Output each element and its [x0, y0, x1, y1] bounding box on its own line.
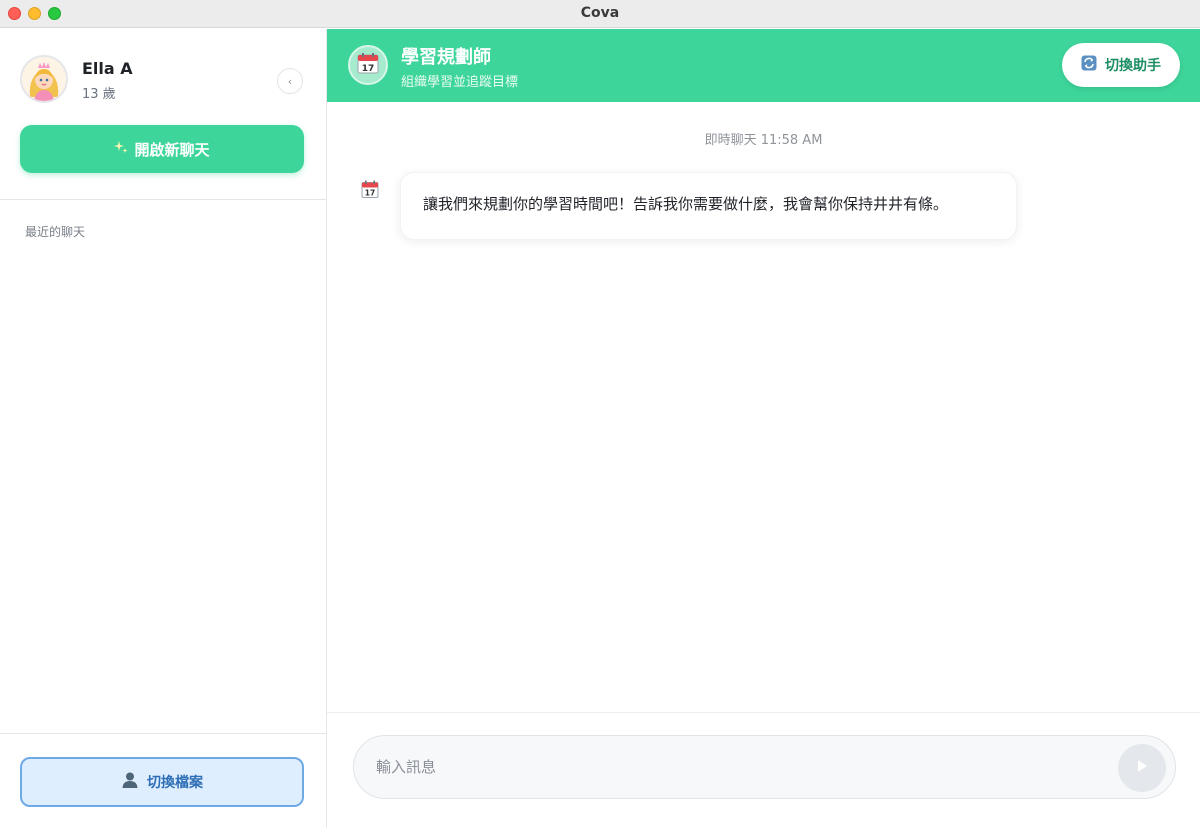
- new-chat-label: 開啟新聊天: [134, 140, 210, 159]
- chat-header: 17 學習規劃師 組織學習並追蹤目標 切換助手: [327, 29, 1200, 102]
- send-icon: [1134, 758, 1150, 778]
- message-list: 即時聊天 11:58 AM 17 讓我們來規劃你的學習時間吧！告訴我你需要做什麼…: [327, 102, 1200, 712]
- collapse-sidebar-button[interactable]: ‹: [277, 68, 303, 94]
- recent-chats-heading: 最近的聊天: [25, 225, 86, 239]
- assistant-description: 組織學習並追蹤目標: [401, 75, 519, 90]
- user-icon: [121, 771, 139, 793]
- switch-assistant-button[interactable]: 切換助手: [1062, 43, 1180, 87]
- new-chat-button[interactable]: 開啟新聊天: [20, 125, 304, 173]
- switch-assistant-label: 切換助手: [1105, 58, 1161, 74]
- calendar-icon: 17: [361, 180, 379, 198]
- sidebar-divider: [0, 199, 326, 200]
- chat-timestamp: 即時聊天 11:58 AM: [704, 133, 823, 148]
- switch-profile-label: 切換檔案: [147, 775, 203, 791]
- switch-icon: [1081, 55, 1097, 75]
- chevron-left-icon: ‹: [287, 74, 293, 88]
- svg-text:17: 17: [365, 189, 375, 198]
- window-title: Cova: [580, 5, 620, 21]
- avatar: [20, 55, 68, 103]
- message-composer: [353, 735, 1176, 799]
- sidebar: Ella A 13 歲 ‹ 開啟新聊天 最近的聊天 切換檔案: [0, 29, 327, 828]
- calendar-icon: 17: [357, 52, 379, 78]
- user-profile: Ella A 13 歲: [20, 55, 310, 107]
- window-titlebar: Cova: [0, 0, 1200, 28]
- send-button[interactable]: [1118, 744, 1166, 792]
- sidebar-divider: [0, 733, 326, 734]
- user-age: 13 歲: [82, 87, 116, 102]
- sparkles-icon: [114, 140, 128, 158]
- switch-profile-button[interactable]: 切換檔案: [20, 757, 304, 807]
- input-divider: [327, 712, 1200, 713]
- svg-text:17: 17: [362, 64, 375, 74]
- assistant-avatar: 17: [348, 45, 388, 85]
- assistant-message: 讓我們來規劃你的學習時間吧！告訴我你需要做什麼，我會幫你保持井井有條。: [400, 172, 1017, 240]
- message-input[interactable]: [376, 754, 1076, 780]
- user-name: Ella A: [82, 59, 133, 78]
- assistant-name: 學習規劃師: [401, 47, 491, 68]
